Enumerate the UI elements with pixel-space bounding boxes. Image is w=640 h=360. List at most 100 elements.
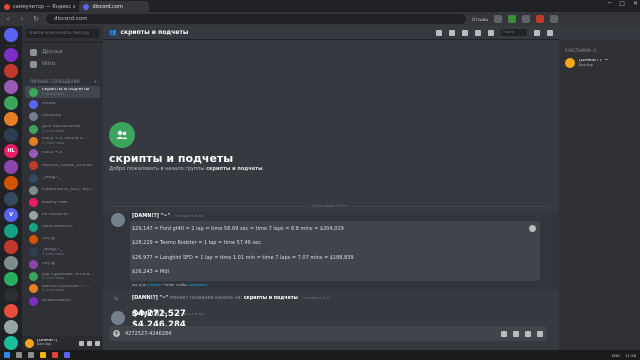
server-icon[interactable] bbox=[4, 304, 18, 318]
server-icon[interactable] bbox=[4, 256, 18, 270]
minimize-icon[interactable]: ─ bbox=[608, 0, 612, 7]
dm-item[interactable]: скрипты и подчеты 3 участника bbox=[25, 86, 100, 99]
gif-icon[interactable] bbox=[513, 330, 519, 337]
server-icon[interactable] bbox=[4, 64, 18, 78]
clock[interactable]: 11:56 bbox=[625, 353, 636, 358]
url-input[interactable]: discord.com bbox=[46, 14, 466, 24]
dm-item[interactable]: ItSalemonX_GD | Sm... bbox=[25, 184, 100, 196]
microphone-icon[interactable] bbox=[79, 340, 84, 346]
server-icon[interactable] bbox=[4, 320, 18, 334]
dm-avatar bbox=[29, 210, 38, 220]
members-icon[interactable] bbox=[488, 29, 494, 36]
sticker-icon[interactable] bbox=[525, 330, 531, 337]
server-icon[interactable] bbox=[4, 288, 18, 302]
server-icon[interactable]: V bbox=[4, 208, 18, 222]
nav-nitro[interactable]: Nitro bbox=[22, 58, 103, 70]
dm-item[interactable]: Наса <3, Розги U ... 3 участника bbox=[25, 135, 100, 147]
dm-search-input[interactable]: Найти или начать беседу bbox=[26, 29, 99, 38]
dm-item[interactable]: Mr.noname bbox=[25, 209, 100, 221]
dm-item[interactable]: Наса <3 bbox=[25, 147, 100, 159]
back-icon[interactable]: ‹ bbox=[4, 15, 12, 23]
forward-icon[interactable]: › bbox=[18, 15, 26, 23]
tab-discord[interactable]: discord.com bbox=[79, 1, 150, 12]
emoji-icon[interactable] bbox=[537, 330, 543, 337]
dm-item[interactable]: nej @ bbox=[25, 234, 100, 246]
dm-item[interactable]: recokola bbox=[25, 111, 100, 123]
system-message-author[interactable]: [DAMN!?] "~" bbox=[132, 296, 169, 301]
inbox-icon[interactable] bbox=[534, 29, 540, 36]
add-dm-icon[interactable]: + bbox=[93, 76, 97, 86]
headphones-icon[interactable] bbox=[87, 340, 92, 346]
message-line[interactable]: $29,147 = Ford gt40 = 1 lap = time 56.69… bbox=[132, 226, 344, 232]
taskview-icon[interactable] bbox=[28, 352, 34, 358]
server-icon[interactable]: HL bbox=[4, 144, 18, 158]
dm-item[interactable]: Шу Куриний, ЯЛ.ЕЯ... 3 участника bbox=[25, 270, 100, 282]
message-composer[interactable]: + 4272527-4246284 bbox=[109, 326, 547, 341]
start-icon[interactable] bbox=[4, 352, 10, 358]
dm-item[interactable]: Inside bbox=[25, 98, 100, 110]
server-icon[interactable] bbox=[4, 96, 18, 110]
message-line[interactable]: $28,229 = Tesmo Rodster = 1 lap = time 5… bbox=[132, 240, 261, 246]
profile-icon[interactable] bbox=[550, 15, 559, 23]
server-icon[interactable] bbox=[4, 336, 18, 350]
maximize-icon[interactable]: □ bbox=[619, 0, 625, 7]
server-icon[interactable] bbox=[4, 128, 18, 142]
dm-sidebar: Найти или начать беседу Друзья Nitro ЛИЧ… bbox=[22, 26, 103, 350]
message-author[interactable]: [DAMN!?] "~" bbox=[132, 213, 170, 219]
nav-friends[interactable]: Друзья bbox=[22, 46, 103, 58]
server-icon[interactable] bbox=[4, 192, 18, 206]
extension-icon[interactable] bbox=[494, 15, 503, 23]
call-icon[interactable] bbox=[436, 29, 442, 36]
extension-icon[interactable] bbox=[522, 15, 531, 23]
message-line[interactable]: $26,977 = Langhini SFD = 1 lap = time 1.… bbox=[132, 255, 354, 261]
dm-item[interactable]: Mishka_roblox_official bbox=[25, 160, 100, 172]
server-icon[interactable] bbox=[4, 176, 18, 190]
gift-icon[interactable] bbox=[501, 330, 507, 337]
edit-cancel-link[interactable]: отмены bbox=[147, 283, 161, 287]
extension-icon[interactable] bbox=[508, 15, 517, 23]
discord-icon[interactable] bbox=[64, 352, 70, 358]
attach-plus-icon[interactable]: + bbox=[113, 330, 120, 337]
video-icon[interactable] bbox=[449, 29, 455, 36]
message-big-number[interactable]: $4,272,527 bbox=[132, 309, 186, 319]
add-member-icon[interactable] bbox=[475, 29, 481, 36]
dm-text: nej @ bbox=[42, 262, 55, 267]
dm-item[interactable]: nej @ bbox=[25, 258, 100, 270]
server-icon[interactable] bbox=[4, 160, 18, 174]
server-icon[interactable] bbox=[4, 80, 18, 94]
server-icon[interactable] bbox=[4, 240, 18, 254]
dm-item[interactable]: _Slegt7_ bbox=[25, 172, 100, 184]
settings-gear-icon[interactable] bbox=[95, 340, 100, 346]
language-indicator[interactable]: ENG bbox=[612, 353, 620, 358]
pin-icon[interactable] bbox=[462, 29, 468, 36]
edit-save-link[interactable]: сохранить bbox=[188, 283, 207, 287]
server-icon[interactable] bbox=[4, 272, 18, 286]
dm-item[interactable]: Naruto Uzumaki 7, ... 3 участника bbox=[25, 283, 100, 295]
discord-home-icon[interactable] bbox=[4, 28, 18, 42]
server-icon[interactable] bbox=[4, 224, 18, 238]
member-item[interactable]: [DAMN!?] "~" Бал Avp bbox=[559, 58, 640, 68]
close-icon[interactable]: ✕ bbox=[633, 0, 638, 7]
extension-icon[interactable] bbox=[536, 15, 545, 23]
composer-input[interactable]: 4272527-4246284 bbox=[125, 331, 171, 337]
explorer-icon[interactable] bbox=[40, 352, 46, 358]
dm-item[interactable]: _Sieg17_ 3 участника bbox=[25, 246, 100, 258]
message-line[interactable]: $26,243 = Mdl bbox=[132, 269, 169, 275]
help-icon[interactable] bbox=[547, 29, 553, 36]
reviews-label[interactable]: Отзывы bbox=[472, 17, 488, 22]
server-icon[interactable] bbox=[4, 112, 18, 126]
dm-item[interactable]: Каину Рим bbox=[25, 197, 100, 209]
message-avatar[interactable] bbox=[111, 213, 125, 227]
header-search-input[interactable]: Поиск bbox=[501, 29, 527, 36]
user-avatar[interactable] bbox=[25, 338, 34, 348]
dm-item[interactable]: Для пасхалочек 3 участника bbox=[25, 123, 100, 135]
server-icon[interactable] bbox=[4, 48, 18, 62]
emoji-icon[interactable] bbox=[529, 225, 536, 232]
browser-icon[interactable] bbox=[52, 352, 58, 358]
search-icon[interactable] bbox=[16, 352, 22, 358]
tab-yandex[interactable]: самоучитор — Яндекс з bbox=[0, 1, 79, 12]
reload-icon[interactable]: ↻ bbox=[32, 15, 40, 23]
message-avatar[interactable] bbox=[111, 311, 125, 325]
dm-item[interactable]: salamolelium bbox=[25, 221, 100, 233]
dm-item[interactable]: DrakeTownD bbox=[25, 295, 100, 307]
